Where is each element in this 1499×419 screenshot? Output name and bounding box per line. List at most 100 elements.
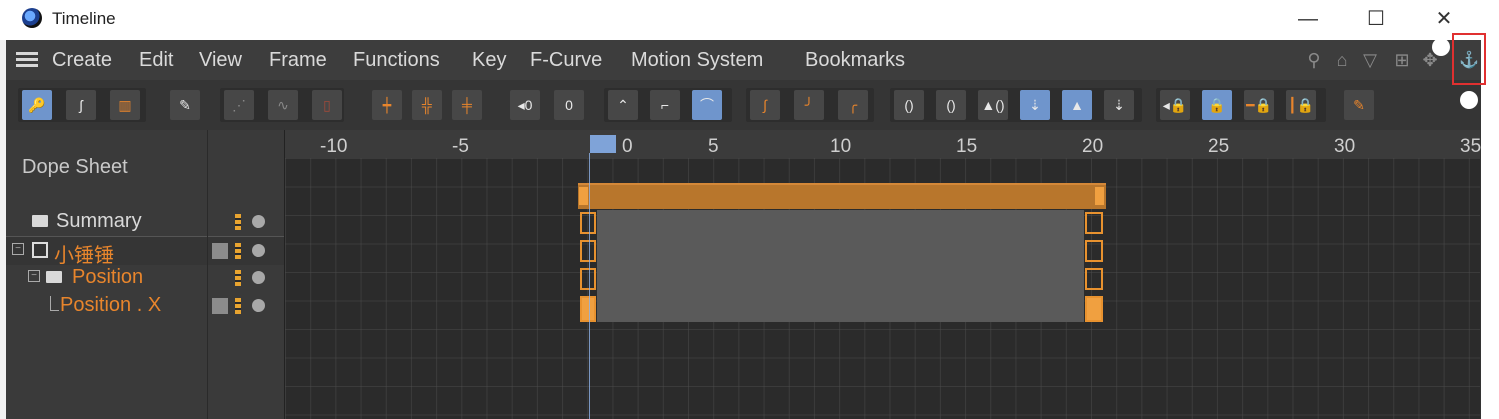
window-title: Timeline bbox=[52, 9, 116, 28]
menu-functions[interactable]: Functions bbox=[353, 49, 440, 72]
maximize-button[interactable]: ☐ bbox=[1356, 4, 1396, 34]
motion-mode-button[interactable]: ▥ bbox=[110, 90, 140, 120]
tick-label: 10 bbox=[830, 136, 852, 157]
handle-dot bbox=[1489, 38, 1499, 56]
keyframe-start[interactable] bbox=[580, 212, 596, 234]
toolbar: 🔑 ʃ ▥ ✎ ⋰ ∿ ▯ ┿ ╬ ╪ ◂0 0 ⌃ ⌐ ⌒ ∫ ╯ ╭ () … bbox=[6, 80, 1481, 130]
ripple-edit-button[interactable]: ⋰ bbox=[224, 90, 254, 120]
keyframe-start[interactable] bbox=[580, 240, 596, 262]
remove-overshoot-icon: ▲ bbox=[1070, 97, 1084, 113]
overshoot-button[interactable]: () bbox=[936, 90, 966, 120]
menu-bar: Create Edit View Frame Functions Key F-C… bbox=[6, 40, 1481, 80]
track-position-x[interactable]: Position . X bbox=[6, 292, 284, 320]
filter-icon[interactable]: ▽ bbox=[1360, 50, 1380, 70]
add-key-button[interactable]: ┿ bbox=[372, 90, 402, 120]
lock-value-icon: ◂🔒 bbox=[1162, 97, 1188, 113]
step-icon: ⌐ bbox=[660, 97, 670, 113]
playhead-handle[interactable] bbox=[590, 135, 616, 153]
home-icon[interactable]: ⌂ bbox=[1332, 50, 1352, 70]
key-zero-left-icon: ◂0 bbox=[517, 97, 533, 113]
menu-edit[interactable]: Edit bbox=[139, 49, 173, 72]
remove-overshoot-button[interactable]: ▲ bbox=[1062, 90, 1092, 120]
f-curve-mode-icon: ʃ bbox=[79, 97, 83, 113]
ease-in-out-button[interactable]: ∫ bbox=[750, 90, 780, 120]
add-keys-button[interactable]: ╬ bbox=[412, 90, 442, 120]
record-key-icon: ✎ bbox=[179, 97, 191, 113]
folder-icon bbox=[46, 271, 62, 283]
spline-button[interactable]: ⌒ bbox=[692, 90, 722, 120]
menu-view[interactable]: View bbox=[199, 49, 242, 72]
lock-angle-button[interactable]: ━🔒 bbox=[1244, 90, 1274, 120]
ease-in-button[interactable]: ╭ bbox=[838, 90, 868, 120]
tick-label: 5 bbox=[708, 136, 719, 157]
add-panel-icon[interactable]: ⊞ bbox=[1392, 50, 1412, 70]
menu-create[interactable]: Create bbox=[52, 49, 112, 72]
weighted-button[interactable]: ▲() bbox=[978, 90, 1008, 120]
clip-icon: ▯ bbox=[323, 97, 331, 113]
solo-dot-icon[interactable] bbox=[252, 299, 265, 312]
delete-keys-button[interactable]: ╪ bbox=[452, 90, 482, 120]
summary-key-bar[interactable] bbox=[578, 183, 1106, 209]
record-key-button[interactable]: ✎ bbox=[170, 90, 200, 120]
menu-bookmarks[interactable]: Bookmarks bbox=[805, 49, 905, 72]
key-zero-left-button[interactable]: ◂0 bbox=[510, 90, 540, 120]
ripple-edit-icon: ⋰ bbox=[232, 97, 246, 113]
flat-tangent-button[interactable]: ⇣ bbox=[1104, 90, 1134, 120]
track-label: Position bbox=[72, 266, 144, 288]
tick-label: 25 bbox=[1208, 136, 1230, 157]
menu-motion-system[interactable]: Motion System bbox=[631, 49, 763, 72]
collapse-icon[interactable]: − bbox=[12, 243, 24, 255]
key-zero-button[interactable]: 0 bbox=[554, 90, 584, 120]
clip-button[interactable]: ▯ bbox=[312, 90, 342, 120]
break-tangent-button[interactable]: ✎ bbox=[1344, 90, 1374, 120]
solo-dot-icon[interactable] bbox=[252, 215, 265, 228]
spline-icon: ⌒ bbox=[700, 97, 714, 113]
edit-icon[interactable] bbox=[212, 298, 228, 314]
keyframe-start[interactable] bbox=[580, 296, 596, 322]
linear-icon: ⌃ bbox=[617, 97, 629, 113]
keyframe-indicator-icon[interactable] bbox=[235, 298, 241, 314]
edit-icon[interactable] bbox=[212, 243, 228, 259]
linear-button[interactable]: ⌃ bbox=[608, 90, 638, 120]
close-button[interactable]: ✕ bbox=[1424, 4, 1464, 34]
keyframe-indicator-icon[interactable] bbox=[235, 243, 241, 259]
solo-dot-icon[interactable] bbox=[252, 271, 265, 284]
keyframe-end[interactable] bbox=[1085, 240, 1103, 262]
track-summary[interactable]: Summary bbox=[6, 208, 284, 236]
f-curve-mode-button[interactable]: ʃ bbox=[66, 90, 96, 120]
handle-dot bbox=[1432, 38, 1450, 56]
tick-label: 0 bbox=[622, 136, 633, 157]
lock-length-button[interactable]: ┃🔒 bbox=[1286, 90, 1316, 120]
step-button[interactable]: ⌐ bbox=[650, 90, 680, 120]
menu-frame[interactable]: Frame bbox=[269, 49, 327, 72]
keyframe-start[interactable] bbox=[580, 268, 596, 290]
waveform-button[interactable]: ∿ bbox=[268, 90, 298, 120]
search-icon[interactable]: ⚲ bbox=[1304, 50, 1324, 70]
window-titlebar: Timeline — ☐ ✕ bbox=[0, 0, 1480, 40]
summary-end-cap[interactable] bbox=[1095, 187, 1104, 205]
auto-tangent-button[interactable]: ⇣ bbox=[1020, 90, 1050, 120]
dope-sheet-mode-button[interactable]: 🔑 bbox=[22, 90, 52, 120]
frame-ruler[interactable]: -10 -5 0 5 10 15 20 25 30 35 bbox=[285, 130, 1481, 158]
hamburger-menu-icon[interactable] bbox=[16, 52, 38, 68]
keyframe-indicator-icon[interactable] bbox=[235, 270, 241, 286]
track-object[interactable]: − 小锤锤 bbox=[6, 236, 284, 267]
keyframe-indicator-icon[interactable] bbox=[235, 214, 241, 230]
menu-key[interactable]: Key bbox=[472, 49, 506, 72]
lock-value-button[interactable]: ◂🔒 bbox=[1160, 90, 1190, 120]
minimize-button[interactable]: — bbox=[1288, 4, 1328, 34]
summary-start-cap[interactable] bbox=[579, 187, 588, 205]
keyframe-end[interactable] bbox=[1085, 268, 1103, 290]
collapse-icon[interactable]: − bbox=[28, 270, 40, 282]
keyframe-end[interactable] bbox=[1085, 212, 1103, 234]
ease-out-button[interactable]: ╯ bbox=[794, 90, 824, 120]
menu-f-curve[interactable]: F-Curve bbox=[530, 49, 602, 72]
clamp-key-button[interactable]: () bbox=[894, 90, 924, 120]
keyframe-end[interactable] bbox=[1085, 296, 1103, 322]
lock-time-button[interactable]: 🔒 bbox=[1202, 90, 1232, 120]
track-position[interactable]: − Position bbox=[6, 264, 284, 292]
auto-tangent-icon: ⇣ bbox=[1029, 97, 1041, 113]
dope-sheet-panel: Dope Sheet Summary − 小锤锤 − Position Posi… bbox=[6, 130, 284, 419]
solo-dot-icon[interactable] bbox=[252, 244, 265, 257]
playhead-line[interactable] bbox=[589, 153, 590, 419]
